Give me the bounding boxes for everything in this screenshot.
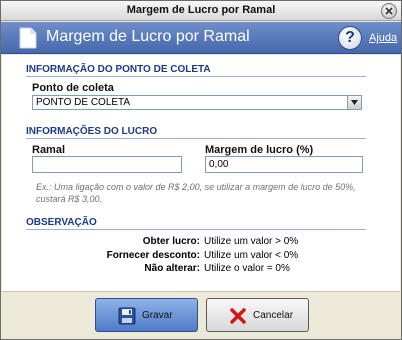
button-bar: Gravar Cancelar (2, 291, 400, 339)
help-glyph: ? (345, 29, 355, 46)
section-header-lucro: INFORMAÇÕES DO LUCRO (26, 126, 366, 139)
observation-label: Obter lucro: (142, 236, 200, 247)
cancel-button[interactable]: Cancelar (206, 298, 309, 332)
section-header-observacao: OBSERVAÇÃO (26, 217, 366, 230)
floppy-disk-icon (118, 307, 136, 325)
red-x-icon (230, 308, 246, 324)
margem-label: Margem de lucro (%) (205, 144, 314, 156)
ramal-label: Ramal (32, 144, 66, 156)
observation-value: Utilize um valor > 0% (204, 236, 299, 247)
ponto-coleta-selected-value: PONTO DE COLETA (36, 97, 131, 108)
ponto-coleta-select[interactable]: PONTO DE COLETA (32, 95, 362, 110)
chevron-down-icon (351, 100, 358, 105)
document-icon (19, 27, 37, 49)
save-label: Gravar (142, 310, 173, 321)
observation-value: Utilize um valor < 0% (204, 250, 299, 261)
form-content: INFORMAÇÃO DO PONTO DE COLETA Ponto de c… (2, 55, 400, 291)
help-label[interactable]: Ajuda (369, 32, 397, 44)
window-title: Margem de Lucro por Ramal (126, 4, 276, 16)
header-banner: Margem de Lucro por Ramal ? Ajuda (1, 22, 401, 54)
dialog-window: Margem de Lucro por Ramal Margem de Lucr… (0, 0, 402, 340)
ramal-input[interactable] (32, 156, 182, 173)
observation-value: Utilize o valor = 0% (204, 263, 290, 274)
save-button[interactable]: Gravar (95, 298, 198, 332)
close-button[interactable] (381, 3, 397, 19)
example-text: Ex.: Uma ligação com o valor de R$ 2,00,… (36, 182, 356, 204)
dropdown-button[interactable] (347, 96, 361, 109)
ponto-coleta-label: Ponto de coleta (32, 82, 114, 94)
section-header-ponto-coleta: INFORMAÇÃO DO PONTO DE COLETA (26, 64, 366, 77)
observation-label: Fornecer desconto: (106, 250, 200, 261)
observation-row: Obter lucro: Utilize um valor > 0% (26, 236, 386, 248)
title-bar[interactable]: Margem de Lucro por Ramal (1, 1, 401, 21)
observation-label: Não alterar: (144, 263, 200, 274)
help-icon[interactable]: ? (338, 26, 362, 50)
banner-title: Margem de Lucro por Ramal (46, 28, 250, 45)
observation-row: Fornecer desconto: Utilize um valor < 0% (26, 250, 386, 262)
cancel-label: Cancelar (253, 310, 294, 321)
close-icon (385, 7, 393, 15)
margem-input[interactable]: 0,00 (205, 156, 363, 173)
observation-row: Não alterar: Utilize o valor = 0% (26, 263, 386, 275)
